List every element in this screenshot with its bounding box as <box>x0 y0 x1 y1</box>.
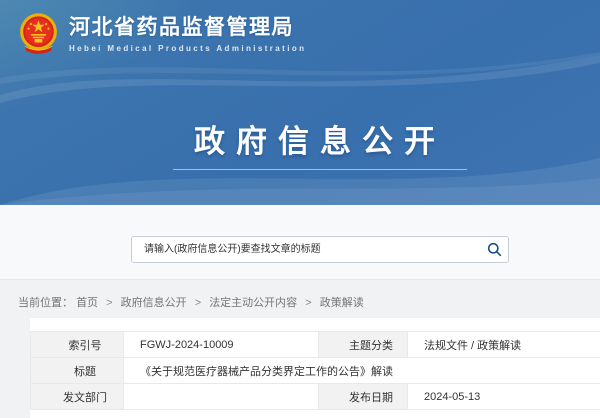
search-button[interactable] <box>480 237 508 262</box>
title-value: 《关于规范医疗器械产品分类界定工作的公告》解读 <box>124 358 600 384</box>
title-label: 标题 <box>31 358 124 384</box>
header-logo-link[interactable]: 河北省药品监督管理局 Hebei Medical Products Admini… <box>15 11 306 57</box>
topic-category-label: 主题分类 <box>319 332 408 358</box>
search-section <box>0 205 600 279</box>
breadcrumb-item-home[interactable]: 首页 <box>76 297 98 309</box>
agency-name-en: Hebei Medical Products Administration <box>69 44 306 53</box>
index-number-label: 索引号 <box>31 332 124 358</box>
breadcrumb-section: 当前位置： 首页 > 政府信息公开 > 法定主动公开内容 > 政策解读 <box>0 279 600 318</box>
agency-title-block: 河北省药品监督管理局 Hebei Medical Products Admini… <box>69 11 306 53</box>
breadcrumb-separator: > <box>305 297 311 309</box>
search-input[interactable] <box>132 237 480 262</box>
breadcrumb-prefix: 当前位置： <box>18 297 73 309</box>
table-row: 发文部门 发布日期 2024-05-13 <box>31 384 600 410</box>
banner-divider <box>173 169 467 170</box>
search-box <box>131 236 509 263</box>
issuing-dept-label: 发文部门 <box>31 384 124 410</box>
issuing-dept-value <box>124 384 319 410</box>
publish-date-label: 发布日期 <box>319 384 408 410</box>
national-emblem-icon <box>15 11 62 57</box>
site-header: 河北省药品监督管理局 Hebei Medical Products Admini… <box>0 0 600 205</box>
breadcrumb: 当前位置： 首页 > 政府信息公开 > 法定主动公开内容 > 政策解读 <box>18 294 364 310</box>
page: { "header": { "agency_cn": "河北省药品监督管理局",… <box>0 0 600 400</box>
page-title: 政府信息公开 <box>0 116 600 161</box>
index-number-value: FGWJ-2024-10009 <box>124 332 319 358</box>
content-section: 索引号 FGWJ-2024-10009 主题分类 法规文件 / 政策解读 标题 … <box>0 318 600 400</box>
breadcrumb-item-disclosure[interactable]: 法定主动公开内容 <box>209 297 297 309</box>
table-row: 索引号 FGWJ-2024-10009 主题分类 法规文件 / 政策解读 <box>31 332 600 358</box>
breadcrumb-separator: > <box>195 297 201 309</box>
agency-name-cn: 河北省药品监督管理局 <box>69 16 306 40</box>
document-meta-card: 索引号 FGWJ-2024-10009 主题分类 法规文件 / 政策解读 标题 … <box>30 318 600 418</box>
breadcrumb-item-current: 政策解读 <box>320 297 364 309</box>
table-row: 标题 《关于规范医疗器械产品分类界定工作的公告》解读 <box>31 358 600 384</box>
topic-category-value: 法规文件 / 政策解读 <box>408 332 600 358</box>
search-icon <box>487 242 502 257</box>
document-meta-table: 索引号 FGWJ-2024-10009 主题分类 法规文件 / 政策解读 标题 … <box>30 331 600 410</box>
breadcrumb-separator: > <box>106 297 112 309</box>
publish-date-value: 2024-05-13 <box>408 384 600 410</box>
breadcrumb-item-gov-info[interactable]: 政府信息公开 <box>121 297 187 309</box>
